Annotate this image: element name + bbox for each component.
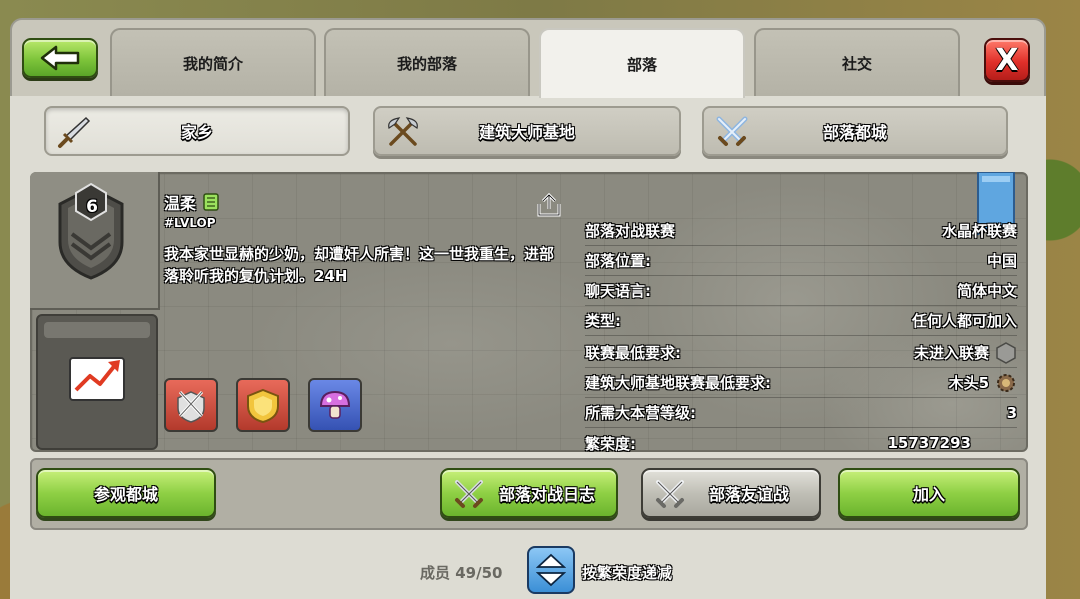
subtab-label: 部落都城 [822,123,887,142]
stat-type: 类型: 任何人都可加入 [585,306,1017,336]
trend-box[interactable] [36,314,158,450]
back-button[interactable] [22,38,98,78]
stat-value: 中国 [986,252,1017,270]
clan-name-row: 温柔 [164,190,220,214]
crossed-swords-icon [656,480,684,508]
subtab-clan-capital[interactable]: 部落都城 [702,106,1008,156]
clan-description: 我本家世显赫的少奶，却遭奸人所害！这一世我重生，进部落聆听我的复仇计划。24H [164,245,555,285]
clan-tag: #LVLOP [164,216,216,230]
stat-label: 聊天语言: [585,282,651,300]
share-icon[interactable] [536,192,562,218]
stat-prosperity: 繁荣度: 15737293 [585,428,1017,458]
member-count: 成员 49/50 [420,564,503,582]
stat-label: 部落位置: [585,252,651,270]
stat-label: 建筑大师基地联赛最低要求: [585,374,771,392]
stat-chat-language: 聊天语言: 简体中文 [585,276,1017,306]
tab-label: 部落 [626,55,657,74]
button-label: 部落对战日志 [498,485,595,504]
close-button[interactable]: X [984,38,1030,82]
sort-label: 按繁荣度递减 [582,564,673,582]
stat-league-requirement: 联赛最低要求: 未进入联赛 [585,338,1017,368]
crossed-swords-icon [455,480,483,508]
clan-name: 温柔 [164,194,197,213]
tab-clan[interactable]: 部落 [539,28,745,98]
stat-value: 3 [1006,403,1017,422]
war-log-button[interactable]: 部落对战日志 [440,468,618,518]
sort-arrows-icon [536,553,566,587]
stat-value: 未进入联赛 [913,344,989,362]
tab-label: 社交 [841,54,872,73]
stat-value: 水晶杯联赛 [941,222,1017,240]
tab-my-clan[interactable]: 我的部落 [324,28,530,96]
stat-label: 所需大本营等级: [585,404,696,422]
trend-chart-icon [69,357,125,401]
stat-value: 简体中文 [956,282,1017,300]
trend-header-bar [44,322,150,338]
subtab-builder-base[interactable]: 建筑大师基地 [373,106,681,156]
crossed-swords-shield-icon [177,390,205,423]
sword-icon [58,116,91,148]
stat-value: 木头5 [948,374,989,392]
button-label: 部落友谊战 [708,485,789,504]
tab-social[interactable]: 社交 [754,28,960,96]
stat-label: 类型: [585,312,621,330]
subtab-label: 建筑大师基地 [478,123,575,142]
tab-label: 我的简介 [182,54,243,73]
tab-my-profile[interactable]: 我的简介 [110,28,316,96]
crossed-axes-icon [388,117,418,146]
join-button[interactable]: 加入 [838,468,1020,518]
gear-icon [997,373,1015,392]
gold-shield-icon [247,388,279,424]
capital-badge[interactable] [308,378,362,432]
war-league-badge[interactable] [164,378,218,432]
stat-label: 部落对战联赛 [585,222,676,240]
hexagon-icon [996,341,1016,364]
stat-location: 部落位置: 中国 [585,246,1017,276]
crossed-swords-icon [716,116,748,146]
tab-label: 我的部落 [396,54,457,73]
clan-level: 6 [86,197,98,217]
button-label: 加入 [912,485,945,504]
stat-label: 繁荣度: [585,434,636,453]
stat-townhall-level: 所需大本营等级: 3 [585,398,1017,428]
button-label: 参观都城 [93,485,158,504]
subtab-label: 家乡 [180,123,213,142]
stat-value: 任何人都可加入 [911,312,1017,330]
stat-war-league: 部落对战联赛 水晶杯联赛 [585,216,1017,246]
subtab-home-village[interactable]: 家乡 [44,106,350,156]
visit-capital-button[interactable]: 参观都城 [36,468,216,518]
sort-toggle-button[interactable] [527,546,575,594]
close-icon: X [995,42,1019,78]
stat-label: 联赛最低要求: [585,344,681,362]
mushroom-icon [319,390,351,419]
friendly-war-button[interactable]: 部落友谊战 [641,468,821,518]
clan-games-badge[interactable] [236,378,290,432]
stat-builder-base-requirement: 建筑大师基地联赛最低要求: 木头5 [585,368,1017,398]
stat-value: 15737293 [887,434,972,452]
clan-chat-icon [203,193,219,211]
arrow-left-icon [40,45,80,71]
